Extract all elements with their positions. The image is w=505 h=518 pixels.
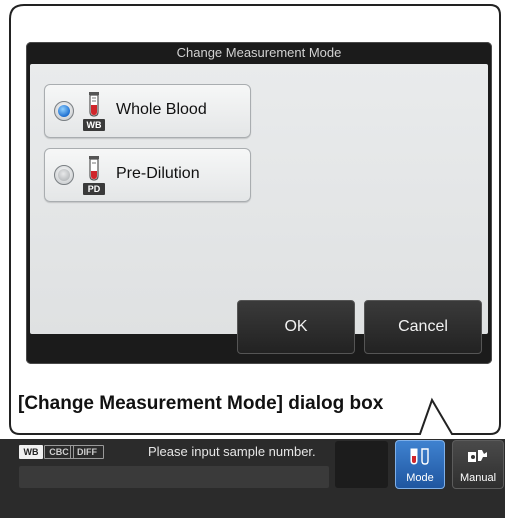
manual-button[interactable]: Manual <box>452 440 504 489</box>
mode-button[interactable]: Mode <box>395 440 445 489</box>
ok-button[interactable]: OK <box>237 300 355 354</box>
status-display-box <box>335 441 388 488</box>
manual-icon <box>465 448 491 469</box>
status-bar: WB CBC DIFF Please input sample number. … <box>0 439 505 518</box>
change-mode-dialog: Change Measurement Mode WB Whole Blood P… <box>26 42 492 364</box>
dialog-body: WB Whole Blood PD Pre-Dilution <box>30 64 488 334</box>
option-pre-dilution[interactable]: PD Pre-Dilution <box>44 148 251 202</box>
tag-diff: DIFF <box>70 445 104 459</box>
sample-number-input[interactable] <box>19 466 329 488</box>
option-label-whole-blood: Whole Blood <box>116 101 207 118</box>
radio-pre-dilution[interactable] <box>54 165 74 185</box>
page: Change Measurement Mode WB Whole Blood P… <box>0 0 505 518</box>
test-tube-icon: PD <box>83 155 105 195</box>
manual-button-label: Manual <box>459 472 497 484</box>
tag-wb: WB <box>19 445 43 459</box>
option-whole-blood[interactable]: WB Whole Blood <box>44 84 251 138</box>
radio-whole-blood[interactable] <box>54 101 74 121</box>
cancel-button[interactable]: Cancel <box>364 300 482 354</box>
badge-pd: PD <box>83 183 105 195</box>
dialog-caption: [Change Measurement Mode] dialog box <box>18 393 384 414</box>
option-label-pre-dilution: Pre-Dilution <box>116 165 200 182</box>
test-tube-icon: WB <box>83 91 105 131</box>
status-message: Please input sample number. <box>148 444 316 459</box>
test-tube-icon <box>408 448 432 469</box>
badge-wb: WB <box>83 119 105 131</box>
mode-button-label: Mode <box>406 472 434 484</box>
dialog-title: Change Measurement Mode <box>176 45 342 60</box>
